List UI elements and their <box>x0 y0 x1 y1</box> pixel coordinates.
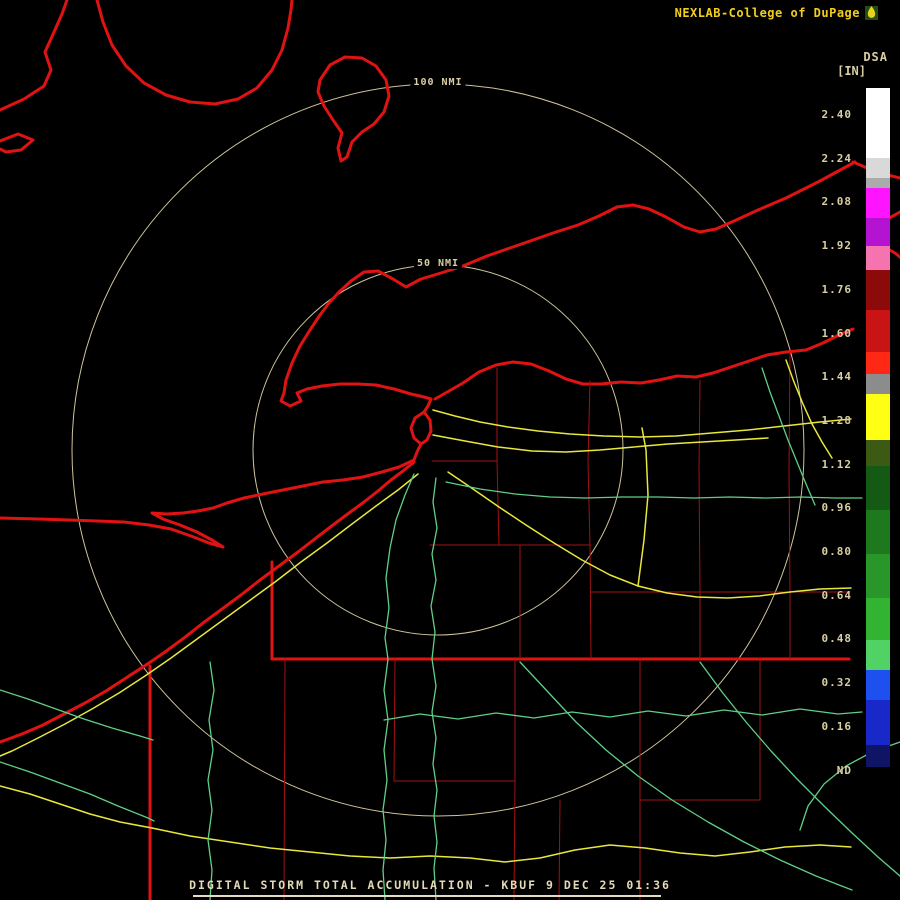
state-shoreline-border <box>0 0 69 112</box>
state-shoreline-border <box>0 458 416 549</box>
colorbar-label: 1.28 <box>821 413 852 427</box>
range-ring-label-100: 100 NMI <box>410 77 466 88</box>
colorbar-label: 0.32 <box>821 676 852 690</box>
colorbar-segment <box>866 554 890 598</box>
state-shoreline-border <box>409 397 433 462</box>
colorbar-segment <box>866 352 890 374</box>
colorbar-segment <box>866 88 890 158</box>
road-green <box>761 367 816 506</box>
colorbar-label: 2.40 <box>821 108 852 121</box>
product-caption: DIGITAL STORM TOTAL ACCUMULATION - KBUF … <box>189 878 671 892</box>
road-green <box>382 473 415 900</box>
product-units-label: [IN] <box>837 64 866 78</box>
colorbar-label: 0.48 <box>821 632 852 646</box>
road-green <box>445 481 863 499</box>
colorbar-label: 0.96 <box>821 501 852 515</box>
colorbar-segment <box>866 440 890 466</box>
state-shoreline-border <box>419 410 433 446</box>
colorbar-label: 1.60 <box>821 326 852 340</box>
colorbar-segment <box>866 466 890 510</box>
colorbar-label: 0.64 <box>821 588 852 602</box>
colorbar-label: 0.80 <box>821 545 852 558</box>
colorbar-segment <box>866 510 890 554</box>
colorbar-label: 2.08 <box>821 195 852 209</box>
range-ring-label-50: 50 NMI <box>413 258 463 269</box>
state-shoreline-border <box>282 160 857 395</box>
colorbar-label: 1.44 <box>821 370 852 384</box>
colorbar-segment <box>866 188 890 218</box>
colorbar-segment <box>866 394 890 440</box>
highway-yellow <box>0 785 852 863</box>
colorbar-segment <box>866 270 890 310</box>
caption-underline <box>193 895 661 897</box>
header-title: NEXLAB-College of DuPage <box>674 5 860 20</box>
colorbar-segment <box>866 670 890 700</box>
colorbar-label: 2.24 <box>821 151 852 165</box>
colorbar-segment <box>866 598 890 640</box>
colorbar-label: 1.76 <box>821 282 852 296</box>
colorbar-label: 1.12 <box>821 457 852 471</box>
colorbar <box>866 88 890 788</box>
colorbar-label: 0.16 <box>821 719 852 733</box>
county-border <box>283 658 286 900</box>
radar-screen: 50 NMI 100 NMI NEXLAB-College of DuPage … <box>0 0 900 900</box>
county-border <box>393 658 396 782</box>
state-shoreline-border <box>316 55 391 163</box>
colorbar-segment <box>866 745 890 767</box>
colorbar-segment <box>866 218 890 246</box>
colorbar-segment <box>866 767 890 788</box>
colorbar-segment <box>866 310 890 352</box>
colorbar-segment <box>866 640 890 670</box>
county-border <box>698 379 701 593</box>
colorbar-segment <box>866 374 890 394</box>
highway-yellow <box>637 427 649 587</box>
state-shoreline-border <box>279 382 433 408</box>
radar-map <box>0 0 900 900</box>
colorbar-segment <box>866 178 890 188</box>
road-green <box>383 708 863 721</box>
state-shoreline-border <box>0 132 35 154</box>
state-shoreline-border <box>95 0 294 106</box>
highway-yellow <box>447 471 852 599</box>
product-abbrev-label: DSA <box>863 50 888 64</box>
highway-yellow <box>432 409 852 438</box>
range-ring <box>71 83 805 817</box>
colorbar-segment <box>866 700 890 745</box>
colorbar-segment <box>866 246 890 270</box>
road-green <box>207 661 215 900</box>
state-shoreline-border <box>0 460 416 744</box>
road-green <box>430 477 438 900</box>
county-border <box>496 367 500 546</box>
range-ring <box>252 264 624 636</box>
county-border <box>587 380 591 546</box>
colorbar-segment <box>866 158 890 178</box>
colorbar-label: ND <box>836 763 852 777</box>
county-border <box>589 544 592 660</box>
cod-logo-icon <box>865 5 878 20</box>
colorbar-label: 1.92 <box>821 239 852 253</box>
highway-yellow <box>432 434 769 453</box>
header: NEXLAB-College of DuPage <box>675 5 878 20</box>
county-border <box>788 353 791 593</box>
